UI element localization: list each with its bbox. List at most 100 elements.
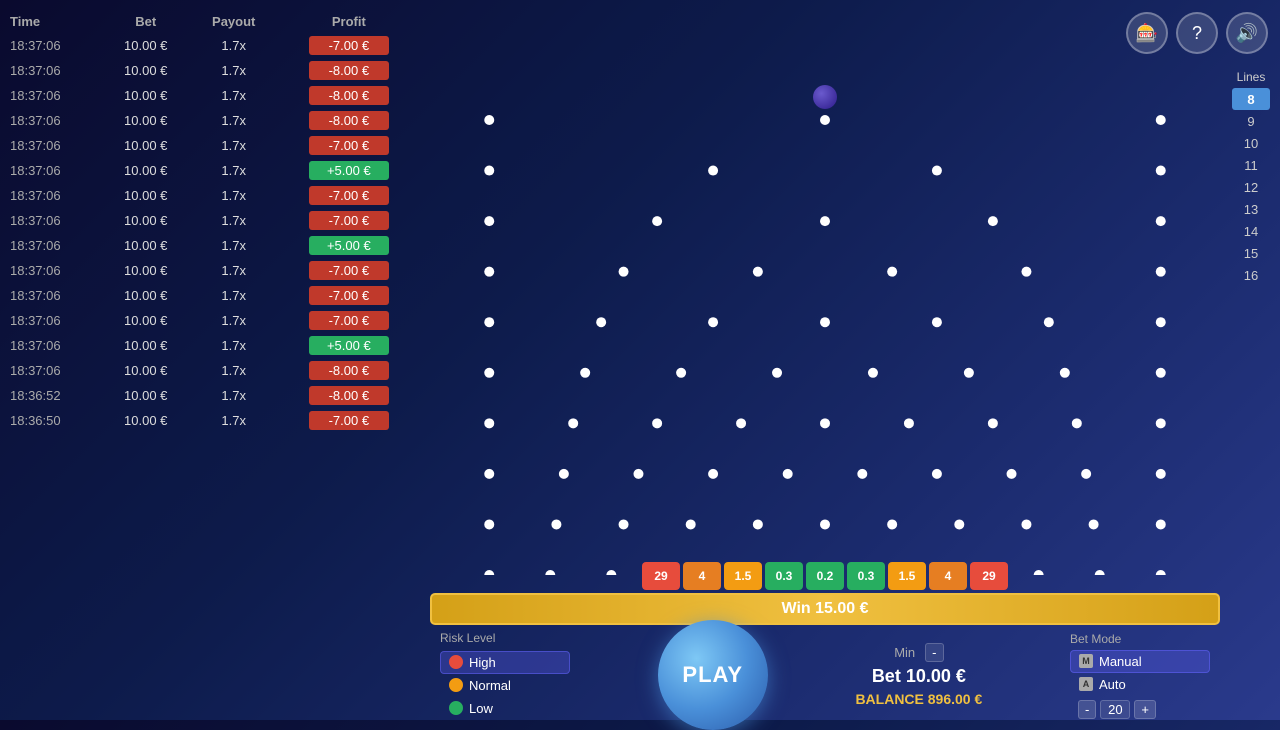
peg bbox=[820, 317, 830, 327]
profit-cell: -7.00 € bbox=[278, 308, 420, 333]
history-cell: 1.7x bbox=[190, 408, 278, 433]
history-row: 18:37:0610.00 €1.7x-8.00 € bbox=[0, 58, 420, 83]
auto-minus-btn[interactable]: - bbox=[1078, 700, 1096, 719]
multiplier-2: 1.5 bbox=[724, 562, 762, 590]
peg bbox=[1021, 519, 1031, 529]
history-cell: 18:37:06 bbox=[0, 183, 102, 208]
history-cell: 18:37:06 bbox=[0, 58, 102, 83]
multipliers-row: 2941.50.30.20.31.5429 bbox=[430, 562, 1220, 590]
lines-item-16[interactable]: 16 bbox=[1232, 264, 1270, 286]
risk-panel: Risk Level HighNormalLow bbox=[440, 631, 570, 720]
min-btn[interactable]: - bbox=[925, 643, 943, 662]
history-cell: 10.00 € bbox=[102, 133, 190, 158]
history-cell: 18:37:06 bbox=[0, 158, 102, 183]
peg bbox=[1072, 418, 1082, 428]
peg bbox=[1156, 368, 1166, 378]
profile-icon[interactable]: 🎰 bbox=[1126, 12, 1168, 54]
auto-bets-row: - 20 + bbox=[1070, 700, 1210, 719]
bet-mode-manual[interactable]: M Manual bbox=[1070, 650, 1210, 673]
history-cell: 1.7x bbox=[190, 358, 278, 383]
bet-amount: Bet 10.00 € bbox=[872, 666, 966, 687]
profit-cell: -8.00 € bbox=[278, 83, 420, 108]
risk-label-low: Low bbox=[469, 701, 493, 716]
lines-item-9[interactable]: 9 bbox=[1232, 110, 1270, 132]
peg bbox=[484, 418, 494, 428]
history-row: 18:37:0610.00 €1.7x-8.00 € bbox=[0, 108, 420, 133]
profit-cell: -8.00 € bbox=[278, 358, 420, 383]
history-cell: 10.00 € bbox=[102, 408, 190, 433]
history-cell: 18:37:06 bbox=[0, 133, 102, 158]
min-label: Min bbox=[894, 645, 915, 660]
profit-cell: +5.00 € bbox=[278, 333, 420, 358]
lines-item-11[interactable]: 11 bbox=[1232, 154, 1270, 176]
top-icons-panel: 🎰 ? 🔊 bbox=[1126, 12, 1268, 54]
history-cell: 1.7x bbox=[190, 83, 278, 108]
balance-amount: BALANCE 896.00 € bbox=[855, 691, 982, 707]
profit-cell: +5.00 € bbox=[278, 158, 420, 183]
win-banner-text: Win 15.00 € bbox=[781, 600, 868, 618]
history-row: 18:36:5010.00 €1.7x-7.00 € bbox=[0, 408, 420, 433]
peg bbox=[708, 469, 718, 479]
peg bbox=[652, 418, 662, 428]
multiplier-4: 0.2 bbox=[806, 562, 844, 590]
history-cell: 10.00 € bbox=[102, 58, 190, 83]
bet-mode-panel: Bet Mode MManualAAuto - 20 + bbox=[1070, 632, 1210, 719]
bet-mode-label-manual: Manual bbox=[1099, 654, 1142, 669]
lines-item-10[interactable]: 10 bbox=[1232, 132, 1270, 154]
risk-option-low[interactable]: Low bbox=[440, 697, 570, 720]
peg bbox=[887, 519, 897, 529]
history-cell: 10.00 € bbox=[102, 233, 190, 258]
history-cell: 18:37:06 bbox=[0, 333, 102, 358]
history-cell: 1.7x bbox=[190, 283, 278, 308]
peg bbox=[932, 166, 942, 176]
history-col-payout: Payout bbox=[190, 10, 278, 33]
mode-icon-manual: M bbox=[1079, 654, 1093, 668]
lines-item-15[interactable]: 15 bbox=[1232, 242, 1270, 264]
peg bbox=[753, 267, 763, 277]
sound-icon[interactable]: 🔊 bbox=[1226, 12, 1268, 54]
peg bbox=[1156, 418, 1166, 428]
peg bbox=[988, 418, 998, 428]
peg bbox=[619, 519, 629, 529]
lines-item-14[interactable]: 14 bbox=[1232, 220, 1270, 242]
history-row: 18:37:0610.00 €1.7x-7.00 € bbox=[0, 33, 420, 58]
peg bbox=[857, 469, 867, 479]
profit-cell: -7.00 € bbox=[278, 258, 420, 283]
history-row: 18:37:0610.00 €1.7x-8.00 € bbox=[0, 83, 420, 108]
lines-item-12[interactable]: 12 bbox=[1232, 176, 1270, 198]
play-button[interactable]: PLAY bbox=[658, 620, 768, 730]
peg bbox=[753, 519, 763, 529]
peg bbox=[1156, 115, 1166, 125]
peg bbox=[484, 368, 494, 378]
history-row: 18:36:5210.00 €1.7x-8.00 € bbox=[0, 383, 420, 408]
lines-label: Lines bbox=[1237, 70, 1266, 84]
history-cell: 10.00 € bbox=[102, 158, 190, 183]
lines-item-13[interactable]: 13 bbox=[1232, 198, 1270, 220]
history-row: 18:37:0610.00 €1.7x-7.00 € bbox=[0, 308, 420, 333]
history-cell: 10.00 € bbox=[102, 183, 190, 208]
help-icon[interactable]: ? bbox=[1176, 12, 1218, 54]
history-cell: 1.7x bbox=[190, 258, 278, 283]
peg bbox=[988, 216, 998, 226]
peg bbox=[820, 115, 830, 125]
profit-cell: -7.00 € bbox=[278, 33, 420, 58]
bet-mode-auto[interactable]: AAuto bbox=[1070, 673, 1210, 696]
peg bbox=[820, 519, 830, 529]
peg bbox=[484, 469, 494, 479]
peg bbox=[484, 216, 494, 226]
history-row: 18:37:0610.00 €1.7x+5.00 € bbox=[0, 333, 420, 358]
risk-option-high[interactable]: High bbox=[440, 651, 570, 674]
history-cell: 1.7x bbox=[190, 333, 278, 358]
multiplier-8: 29 bbox=[970, 562, 1008, 590]
auto-plus-btn[interactable]: + bbox=[1134, 700, 1156, 719]
peg bbox=[904, 418, 914, 428]
peg bbox=[1156, 267, 1166, 277]
peg bbox=[772, 368, 782, 378]
history-cell: 18:37:06 bbox=[0, 258, 102, 283]
multiplier-0: 29 bbox=[642, 562, 680, 590]
lines-item-8[interactable]: 8 bbox=[1232, 88, 1270, 110]
risk-option-normal[interactable]: Normal bbox=[440, 674, 570, 697]
controls-area: Risk Level HighNormalLow PLAY Min - Bet … bbox=[430, 630, 1220, 720]
history-cell: 18:37:06 bbox=[0, 208, 102, 233]
history-cell: 18:37:06 bbox=[0, 33, 102, 58]
